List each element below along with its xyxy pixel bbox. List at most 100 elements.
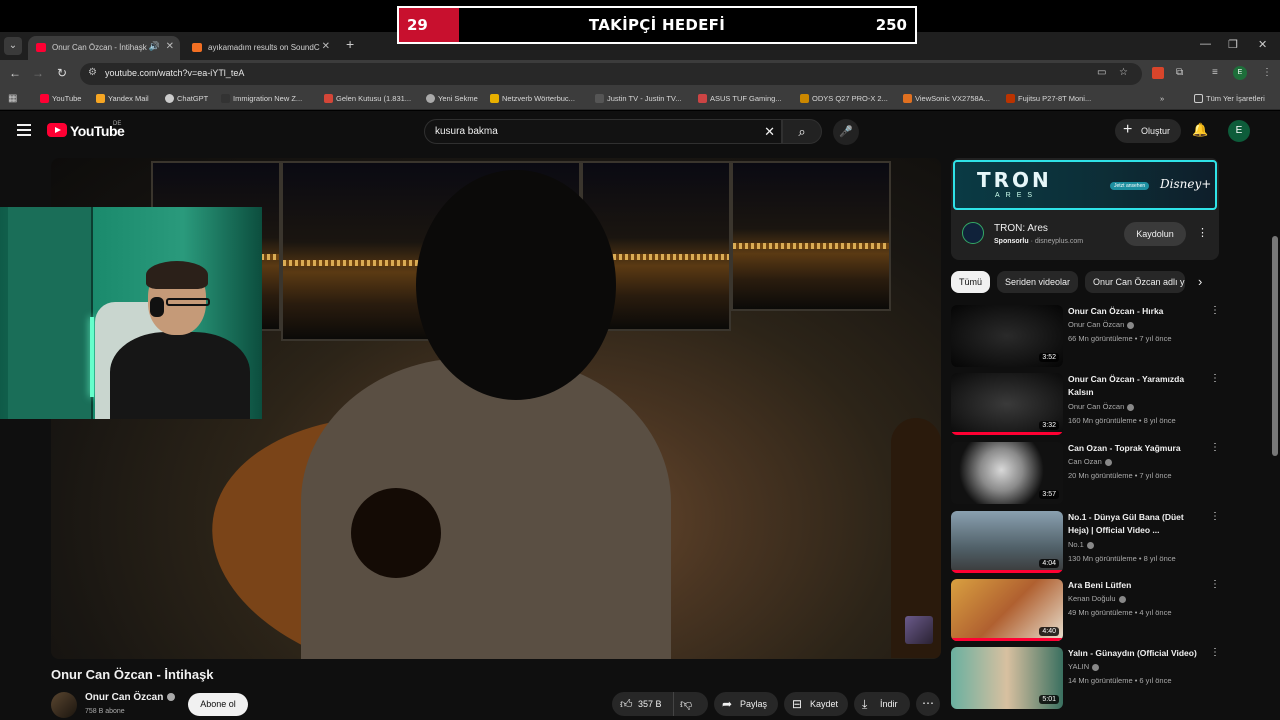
more-actions-icon[interactable]: ⋯ [916, 692, 940, 716]
window-close-icon[interactable]: ✕ [1258, 38, 1267, 51]
reload-icon[interactable]: ↻ [57, 66, 67, 80]
tab-soundcloud[interactable]: ayıkamadım results on SoundC ✕ [184, 36, 336, 60]
tab-search-icon[interactable]: ⌄ [4, 37, 22, 55]
ad-card[interactable]: TRON ARES Jetzt ansehen Disney+ TRON: Ar… [951, 158, 1219, 260]
recommendation-menu-icon[interactable]: ⋮ [1210, 305, 1220, 316]
page-scrollbar[interactable] [1272, 236, 1278, 456]
recommendation-title[interactable]: Onur Can Özcan - Hırka [1068, 305, 1206, 318]
close-tab-icon[interactable]: ✕ [322, 41, 330, 52]
bookmark-asus[interactable]: ASUS TUF Gaming... [698, 94, 782, 103]
recommendation-menu-icon[interactable]: ⋮ [1210, 511, 1220, 522]
address-bar[interactable]: ⚙ youtube.com/watch?v=ea-iYTl_teA [80, 63, 1142, 85]
microphone-icon[interactable]: 🎤 [833, 119, 859, 145]
create-button[interactable]: + Oluştur [1115, 119, 1181, 143]
extensions-puzzle-icon[interactable]: ⧉ [1176, 67, 1183, 78]
channel-avatar[interactable] [51, 692, 77, 718]
subscribe-button[interactable]: Abone ol [188, 693, 248, 716]
extension-icon[interactable] [1152, 67, 1164, 79]
recommendation-thumbnail[interactable]: 4:40 [951, 579, 1063, 641]
bookmark-all[interactable]: Tüm Yer İşaretleri [1194, 94, 1265, 103]
ad-signup-button[interactable]: Kaydolun [1124, 222, 1186, 246]
recommendation-thumbnail[interactable]: 3:57 [951, 442, 1063, 504]
recommendation-title[interactable]: No.1 - Dünya Gül Bana (Düet Heja) | Offi… [1068, 511, 1206, 537]
forward-icon[interactable]: → [32, 66, 44, 80]
recommendation-channel[interactable]: Onur Can Özcan [1068, 402, 1135, 411]
back-icon[interactable]: ← [9, 66, 21, 80]
bookmark-odys[interactable]: ODYS Q27 PRO-X 2... [800, 94, 888, 103]
recommendation-thumbnail[interactable]: 3:52 [951, 305, 1063, 367]
chip-all[interactable]: Tümü [951, 271, 991, 293]
recommendation-thumbnail[interactable]: 5:01 [951, 647, 1063, 709]
recommendation-menu-icon[interactable]: ⋮ [1210, 579, 1220, 590]
account-avatar[interactable]: E [1228, 120, 1250, 142]
download-button[interactable]: ⤓ İndir [854, 692, 910, 716]
channel-watermark[interactable] [905, 616, 933, 644]
recommendation-item[interactable]: 3:32 Onur Can Özcan - Yaramızda Kalsın O… [951, 373, 1220, 437]
recommendation-title[interactable]: Can Ozan - Toprak Yağmura [1068, 442, 1206, 455]
like-button[interactable]: 👍︎ 357 B [612, 692, 674, 716]
recommendation-menu-icon[interactable]: ⋮ [1210, 442, 1220, 453]
browser-menu-icon[interactable]: ⋮ [1262, 67, 1272, 78]
tab-youtube[interactable]: Onur Can Özcan - İntihaşk 🔊 ✕ [28, 36, 180, 60]
bookmark-new-tab[interactable]: Yeni Sekme [426, 94, 478, 103]
bookmark-chatgpt[interactable]: ChatGPT [165, 94, 208, 103]
clear-search-icon[interactable]: ✕ [764, 124, 775, 140]
recommendation-menu-icon[interactable]: ⋮ [1210, 647, 1220, 658]
browser-profile-avatar[interactable]: E [1233, 66, 1247, 80]
chip-series[interactable]: Seriden videolar [997, 271, 1079, 293]
bookmark-youtube[interactable]: YouTube [40, 94, 81, 103]
recommendation-meta: 66 Mn görüntüleme • 7 yıl önce [1068, 334, 1172, 343]
youtube-logo-icon[interactable] [47, 123, 67, 137]
bookmark-viewsonic[interactable]: ViewSonic VX2758A... [903, 94, 990, 103]
share-button[interactable]: ➦ Paylaş [714, 692, 778, 716]
chip-channel[interactable]: Onur Can Özcan adlı y [1085, 271, 1185, 293]
bookmark-yandex-mail[interactable]: Yandex Mail [96, 94, 149, 103]
channel-name[interactable]: Onur Can Özcan [85, 692, 176, 703]
recommendation-channel[interactable]: No.1 [1068, 540, 1094, 549]
recommendation-title[interactable]: Ara Beni Lütfen [1068, 579, 1206, 592]
new-tab-icon[interactable]: + [346, 36, 354, 52]
recommendation-channel[interactable]: Can Ozan [1068, 457, 1112, 466]
ad-banner[interactable]: TRON ARES Jetzt ansehen Disney+ [953, 160, 1217, 210]
maximize-icon[interactable]: ❐ [1228, 38, 1238, 51]
bookmark-immigration[interactable]: Immigration New Z... [221, 94, 302, 103]
search-icon[interactable]: ⌕ [782, 119, 822, 144]
media-control-icon[interactable]: ≡ [1212, 67, 1218, 78]
streamer-body [110, 332, 250, 419]
close-tab-icon[interactable]: ✕ [166, 41, 174, 52]
recommendation-thumbnail[interactable]: 4:04 [951, 511, 1063, 573]
apps-grid-icon[interactable]: ▦ [8, 93, 17, 104]
search-input[interactable]: kusura bakma ✕ [424, 119, 782, 144]
save-button[interactable]: ⊟ Kaydet [784, 692, 848, 716]
notifications-bell-icon[interactable]: 🔔 [1192, 122, 1208, 138]
dislike-icon[interactable]: 👎︎ [680, 692, 692, 716]
bookmark-netzverb[interactable]: Netzverb Wörterbuc... [490, 94, 575, 103]
recommendation-thumbnail[interactable]: 3:32 [951, 373, 1063, 435]
site-info-icon[interactable]: ⚙ [88, 67, 97, 78]
recommendation-item[interactable]: 4:40 Ara Beni Lütfen Kenan Doğulu 49 Mn … [951, 579, 1220, 643]
recommendation-item[interactable]: 3:52 Onur Can Özcan - Hırka Onur Can Özc… [951, 305, 1220, 369]
bookmark-fujitsu[interactable]: Fujitsu P27-8T Moni... [1006, 94, 1091, 103]
recommendation-menu-icon[interactable]: ⋮ [1210, 373, 1220, 384]
menu-icon[interactable] [17, 124, 31, 139]
recommendation-item[interactable]: 3:57 Can Ozan - Toprak Yağmura Can Ozan … [951, 442, 1220, 506]
recommendation-item[interactable]: 4:04 No.1 - Dünya Gül Bana (Düet Heja) |… [951, 511, 1220, 575]
cast-icon[interactable]: ▭ [1097, 67, 1106, 78]
recommendation-channel[interactable]: Kenan Doğulu [1068, 594, 1126, 603]
speaker-icon[interactable]: 🔊 [149, 41, 160, 52]
bookmark-justin-tv[interactable]: Justin TV - Justin TV... [595, 94, 681, 103]
bookmark-gmail[interactable]: Gelen Kutusu (1.831... [324, 94, 411, 103]
chevron-right-icon[interactable]: › [1198, 274, 1202, 289]
recommendation-channel[interactable]: YALIN [1068, 662, 1100, 671]
ad-menu-icon[interactable]: ⋮ [1197, 226, 1208, 239]
bookmark-star-icon[interactable]: ☆ [1119, 67, 1128, 78]
region-code: DE [113, 121, 122, 127]
bookmarks-overflow-icon[interactable]: » [1160, 94, 1164, 103]
recommendation-title[interactable]: Yalın - Günaydın (Official Video) [1068, 647, 1206, 660]
soundcloud-favicon-icon [192, 43, 202, 52]
recommendation-title[interactable]: Onur Can Özcan - Yaramızda Kalsın [1068, 373, 1206, 399]
recommendation-channel[interactable]: Onur Can Özcan [1068, 320, 1135, 329]
minimize-icon[interactable]: — [1200, 38, 1211, 50]
video-duration: 4:40 [1039, 627, 1059, 636]
recommendation-item[interactable]: 5:01 Yalın - Günaydın (Official Video) Y… [951, 647, 1220, 711]
